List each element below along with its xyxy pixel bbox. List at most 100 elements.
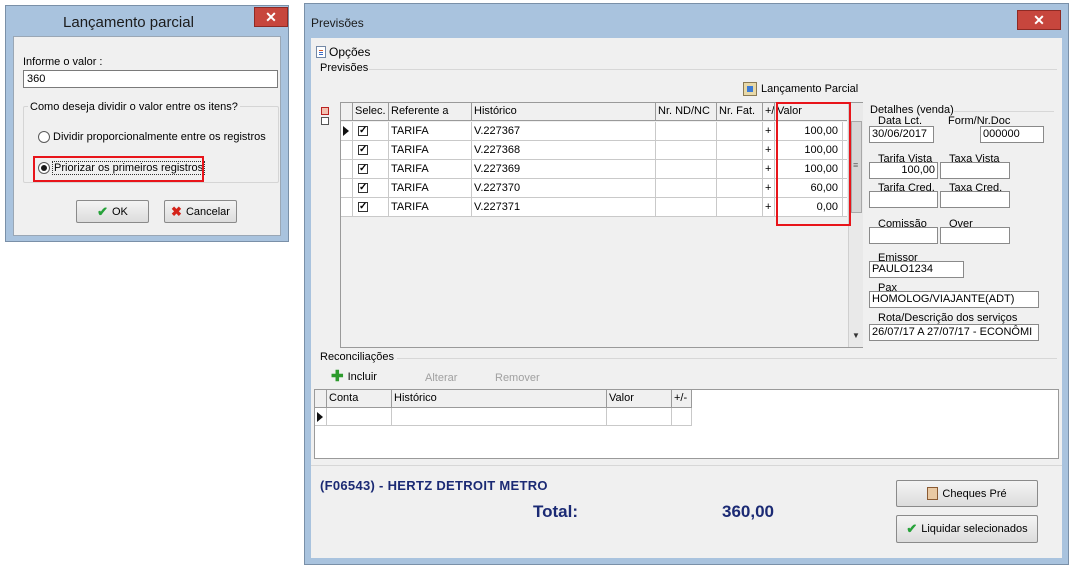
nr-fat-cell	[717, 141, 763, 160]
header-nr-nd-nc[interactable]: Nr. ND/NC	[656, 103, 717, 121]
nr-nd-cell	[656, 160, 717, 179]
row-indicator	[315, 408, 327, 426]
row-indicator	[341, 122, 353, 141]
table-row[interactable]: ✓ TARIFA V.227370 + 60,00	[341, 179, 847, 198]
sign-cell: +	[763, 141, 775, 160]
select-all-icon[interactable]	[321, 107, 329, 115]
tarifa-vista-field[interactable]: 100,00	[869, 162, 938, 179]
referente-cell: TARIFA	[389, 160, 472, 179]
value-prompt-label: Informe o valor :	[23, 56, 103, 68]
header-historico[interactable]: Histórico	[392, 390, 607, 408]
selec-cell: ✓	[353, 198, 389, 217]
emissor-field[interactable]: PAULO1234	[869, 261, 964, 278]
nr-fat-cell	[717, 160, 763, 179]
current-row-arrow-icon	[343, 126, 349, 136]
dialog-close-button[interactable]: ✕	[254, 7, 288, 27]
historico-cell: V.227371	[472, 198, 656, 217]
historico-cell: V.227367	[472, 122, 656, 141]
nr-nd-cell	[656, 122, 717, 141]
scrollbar-thumb[interactable]	[851, 121, 862, 213]
proportional-radio[interactable]	[38, 131, 50, 143]
valor-cell[interactable]	[607, 408, 672, 426]
cheques-pre-button[interactable]: Cheques Pré	[896, 480, 1038, 507]
dialog-title: Lançamento parcial	[63, 14, 194, 31]
proportional-radio-label[interactable]: Dividir proporcionalmente entre os regis…	[53, 131, 266, 143]
section-divider	[369, 69, 1057, 70]
row-checkbox[interactable]: ✓	[358, 164, 368, 174]
historico-cell: V.227369	[472, 160, 656, 179]
sign-cell[interactable]	[672, 408, 692, 426]
checkmark-icon: ✔	[97, 203, 108, 219]
selec-cell: ✓	[353, 179, 389, 198]
window-body: Opções Previsões Lançamento Parcial Sele…	[311, 38, 1062, 558]
over-field[interactable]	[940, 227, 1010, 244]
value-input[interactable]	[23, 70, 278, 88]
opcoes-menu[interactable]: Opções	[316, 45, 370, 59]
header-sign[interactable]: +/-	[763, 103, 775, 121]
row-indicator	[341, 160, 353, 179]
dialog-titlebar[interactable]: Lançamento parcial ✕	[6, 6, 288, 36]
sign-cell: +	[763, 179, 775, 198]
header-valor[interactable]: Valor	[607, 390, 672, 408]
selec-cell: ✓	[353, 160, 389, 179]
checkmark-icon: ✔	[906, 521, 918, 536]
header-historico[interactable]: Histórico	[472, 103, 656, 121]
alterar-button[interactable]: Alterar	[425, 372, 457, 384]
section-divider	[954, 111, 1054, 112]
cheques-pre-label: Cheques Pré	[942, 487, 1007, 500]
sign-cell: +	[763, 160, 775, 179]
partial-entry-button[interactable]: Lançamento Parcial	[743, 82, 858, 96]
nr-fat-cell	[717, 122, 763, 141]
cancel-button[interactable]: ✖ Cancelar	[164, 200, 237, 223]
remover-button[interactable]: Remover	[495, 372, 540, 384]
previsoes-window: Previsões ✕ Opções Previsões Lançamento …	[304, 3, 1069, 565]
ok-button[interactable]: ✔ OK	[76, 200, 149, 223]
form-nr-doc-field[interactable]: 000000	[980, 126, 1044, 143]
table-row[interactable]: ✓ TARIFA V.227369 + 100,00	[341, 160, 847, 179]
section-divider	[397, 358, 1057, 359]
row-checkbox[interactable]: ✓	[358, 202, 368, 212]
header-sign[interactable]: +/-	[672, 390, 692, 408]
table-row[interactable]: ✓ TARIFA V.227371 + 0,00	[341, 198, 847, 217]
incluir-label: Incluir	[347, 371, 377, 383]
nr-fat-cell	[717, 179, 763, 198]
table-row[interactable]: ✓ TARIFA V.227367 + 100,00	[341, 122, 847, 141]
referente-cell: TARIFA	[389, 122, 472, 141]
header-conta[interactable]: Conta	[327, 390, 392, 408]
header-indicator	[341, 103, 353, 121]
table-row[interactable]: ✓ TARIFA V.227368 + 100,00	[341, 141, 847, 160]
header-nr-fat[interactable]: Nr. Fat.	[717, 103, 763, 121]
pax-field[interactable]: HOMOLOG/VIAJANTE(ADT)	[869, 291, 1039, 308]
window-close-button[interactable]: ✕	[1017, 10, 1061, 30]
row-checkbox[interactable]: ✓	[358, 126, 368, 136]
incluir-button[interactable]: ✚ Incluir	[331, 369, 377, 384]
nr-fat-cell	[717, 198, 763, 217]
tarifa-cred-field[interactable]	[869, 191, 938, 208]
liquidar-selecionados-button[interactable]: ✔ Liquidar selecionados	[896, 515, 1038, 543]
scroll-down-arrow-icon[interactable]: ▼	[852, 331, 860, 340]
nr-nd-cell	[656, 198, 717, 217]
taxa-cred-field[interactable]	[940, 191, 1010, 208]
rota-label: Rota/Descrição dos serviços	[878, 312, 1018, 324]
header-selec[interactable]: Selec.	[353, 103, 389, 121]
highlight-box-valor	[776, 102, 851, 226]
nr-nd-cell	[656, 141, 717, 160]
close-icon: ✕	[265, 9, 277, 25]
current-row-arrow-icon	[317, 412, 323, 422]
header-referente[interactable]: Referente a	[389, 103, 472, 121]
conta-cell[interactable]	[327, 408, 392, 426]
row-checkbox[interactable]: ✓	[358, 183, 368, 193]
taxa-vista-field[interactable]	[940, 162, 1010, 179]
window-title: Previsões	[311, 16, 364, 30]
deselect-all-icon[interactable]	[321, 117, 329, 125]
data-lct-field[interactable]: 30/06/2017	[869, 126, 934, 143]
comissao-field[interactable]	[869, 227, 938, 244]
historico-cell[interactable]	[392, 408, 607, 426]
cancel-button-label: Cancelar	[185, 205, 230, 218]
partial-entry-label: Lançamento Parcial	[761, 83, 859, 95]
sign-cell: +	[763, 122, 775, 141]
rota-field[interactable]: 26/07/17 A 27/07/17 - ECONÔMI	[869, 324, 1039, 341]
historico-cell: V.227370	[472, 179, 656, 198]
row-checkbox[interactable]: ✓	[358, 145, 368, 155]
company-name: (F06543) - HERTZ DETROIT METRO	[320, 478, 548, 493]
